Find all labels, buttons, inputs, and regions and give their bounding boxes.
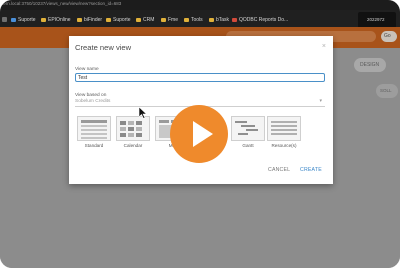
folder-icon — [184, 17, 189, 22]
folder-icon — [136, 17, 141, 22]
video-play-button[interactable] — [170, 105, 228, 163]
side-button[interactable]: SOLL — [376, 84, 398, 98]
template-standard[interactable]: Standard — [77, 116, 111, 150]
bookmark-btask[interactable]: bTask — [209, 16, 229, 23]
side-button-label: SOLL — [380, 88, 392, 93]
template-resources[interactable]: Resource(s) — [267, 116, 301, 150]
mouse-cursor-icon — [138, 106, 148, 124]
template-gantt[interactable]: Gantt — [231, 116, 265, 150]
bookmark-qodbc[interactable]: QODBC Reports Do... — [232, 16, 288, 23]
folder-icon — [209, 17, 214, 22]
design-button-label: DESIGN — [360, 62, 380, 68]
folder-icon — [41, 17, 46, 22]
bookmark-bifinder[interactable]: biFinder — [77, 16, 102, 23]
create-button[interactable]: CREATE — [300, 167, 322, 173]
bookmark-tools[interactable]: Tools — [184, 16, 203, 23]
bookmark-epionline[interactable]: EPIOnline — [41, 16, 71, 23]
bookmark-label: CRM — [143, 16, 155, 23]
view-based-value: Sobelum Credits — [75, 99, 111, 104]
folder-icon — [77, 17, 82, 22]
popup-number: 2022972 — [367, 17, 385, 22]
chevron-down-icon: ▾ — [319, 98, 322, 104]
popup-window-tag: 2022972 — [358, 12, 396, 28]
bookmark-suporte-2[interactable]: Suporte — [106, 16, 131, 23]
view-name-input[interactable] — [75, 73, 325, 82]
bookmark-fme[interactable]: Fme — [161, 16, 178, 23]
standard-thumbnail-icon — [77, 116, 111, 141]
apps-icon — [2, 17, 7, 22]
close-icon[interactable]: × — [322, 43, 326, 50]
dialog-title: Create new view — [75, 43, 132, 52]
resources-thumbnail-icon — [267, 116, 301, 141]
qodbc-icon — [232, 17, 237, 22]
bookmark-apps[interactable] — [2, 16, 9, 23]
bookmark-crm[interactable]: CRM — [136, 16, 154, 23]
folder-icon — [161, 17, 166, 22]
bookmark-label: EPIOnline — [48, 16, 71, 23]
bookmark-suporte-1[interactable]: Suporte — [11, 16, 36, 23]
header-search-button-label: Go — [384, 33, 391, 39]
globe-icon — [11, 17, 16, 22]
bookmark-label: bTask — [216, 16, 230, 23]
view-name-label: View name — [75, 67, 99, 72]
bookmark-label: Fme — [168, 16, 178, 23]
bookmark-label: QODBC Reports Do... — [239, 16, 289, 23]
design-button[interactable]: DESIGN — [354, 58, 386, 72]
browser-url-bar[interactable]: fern.local:3750/10237/views_new/view/new… — [0, 0, 400, 10]
template-label: Standard — [84, 143, 104, 148]
cancel-button[interactable]: CANCEL — [268, 167, 290, 173]
gantt-thumbnail-icon — [231, 116, 265, 141]
bookmark-label: Suporte — [18, 16, 36, 23]
folder-icon — [106, 17, 111, 22]
bookmark-label: biFinder — [84, 16, 103, 23]
bookmarks-bar: Suporte EPIOnline biFinder Suporte CRM F… — [0, 10, 400, 27]
screenshot-frame: fern.local:3750/10237/views_new/view/new… — [0, 0, 400, 268]
header-search-button[interactable]: Go — [381, 31, 397, 42]
play-icon — [193, 121, 213, 147]
template-label: Resource(s) — [271, 143, 297, 148]
url-text[interactable]: fern.local:3750/10237/views_new/view/new… — [2, 1, 121, 6]
bookmark-label: Suporte — [113, 16, 131, 23]
bookmark-label: Tools — [191, 16, 203, 23]
template-label: Calendar — [123, 143, 143, 148]
